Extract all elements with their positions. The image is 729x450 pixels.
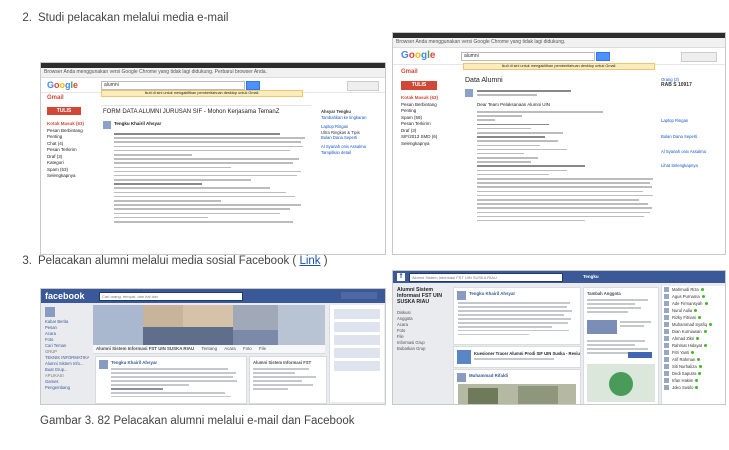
chat-contact[interactable]: Rahmat Hidayat — [664, 342, 725, 349]
post-photo[interactable] — [458, 384, 576, 404]
post-author[interactable]: Tengku Khairil Ahsyar — [111, 360, 157, 365]
profile-avatar[interactable] — [45, 307, 55, 317]
mail-greeting: Dear Team Pelaksanaan Alumni UIN — [477, 102, 550, 107]
chat-contact[interactable]: Mahmudi Riza — [664, 286, 725, 293]
post-avatar[interactable] — [457, 291, 466, 300]
facebook-link[interactable]: Link — [299, 255, 320, 267]
facebook-logo[interactable]: facebook — [45, 291, 85, 301]
group-info-panel: Tambah Anggota — [583, 287, 659, 404]
chat-contact[interactable]: Rizky Fitriani — [664, 314, 725, 321]
google-logo: Google — [401, 50, 436, 61]
chat-sidebar: Mahmudi Riza Agus Purnama Ade Firmansyah… — [661, 286, 725, 404]
folder-list: Kotak Masuk (63) Pesan Berbintang Pentin… — [47, 121, 95, 180]
chat-contact[interactable]: Joko Susilo — [664, 384, 725, 391]
section-title: Pelacakan alumni melalui media sosial Fa… — [38, 255, 297, 267]
section-heading-email: 2. Studi pelacakan melalui media e-mail — [6, 12, 229, 24]
suggested-thumbnail[interactable] — [587, 320, 617, 334]
compose-button[interactable]: TULIS — [47, 107, 81, 115]
facebook-screenshot-alumni-group: f Alumni Sistem Informasi FST UIN SUSKA … — [392, 270, 726, 405]
sender-avatar — [465, 89, 473, 97]
notification-banner[interactable]: Ikuti di sini untuk mengaktifkan pemberi… — [463, 63, 655, 70]
chat-contact[interactable]: Ade Firmansyah — [664, 300, 725, 307]
chat-contact[interactable]: Fitri Yanti — [664, 349, 725, 356]
section-heading-facebook: 3. Pelacakan alumni melalui media sosial … — [6, 255, 327, 267]
user-name[interactable]: Tengku — [583, 274, 599, 279]
chat-contact[interactable]: Ahmad Zikri — [664, 335, 725, 342]
group-name[interactable]: Alumni Sistem Informasi FST UIN SUSKA RI… — [93, 346, 197, 351]
link-thumbnail — [457, 350, 471, 364]
chat-contact[interactable]: Irfan Hakim — [664, 377, 725, 384]
right-column — [329, 305, 384, 402]
group-nav: Alumni Sistem Informasi FST UIN SUSKA RI… — [397, 287, 449, 352]
sender-avatar — [103, 121, 111, 129]
section-number: 3. — [22, 255, 32, 267]
mail-sidebar: Ahsyar Tengku Tambahkan ke lingkaran Lap… — [321, 109, 367, 155]
mail-subject: Data Alumni — [465, 77, 503, 84]
gmail-screenshot-data-alumni: Browser Anda menggunakan versi Google Ch… — [392, 32, 726, 255]
account-button[interactable] — [681, 52, 717, 62]
post-avatar[interactable] — [457, 373, 466, 382]
facebook-f-icon[interactable]: f — [397, 273, 405, 281]
account-button[interactable] — [347, 81, 379, 91]
mail-subject: FORM DATA ALUMNI JURUSAN SIF - Mohon Ker… — [103, 109, 280, 115]
mail-sidebar: Orang (3) RAB S 10917 Laptop Ringan Bula… — [661, 77, 706, 168]
gmail-screenshot-form: Browser Anda menggunakan versi Google Ch… — [40, 62, 386, 255]
post-avatar[interactable] — [99, 360, 108, 369]
group-tabs-bar: Alumni Sistem Informasi FST UIN SUSKA RI… — [93, 345, 325, 354]
post-author[interactable]: Tengku Khairil Ahsyar — [469, 291, 515, 296]
mail-toolbar — [101, 99, 311, 106]
search-input[interactable]: Alumni Sistem Informasi FST UIN SUSKA RI… — [409, 273, 563, 282]
facebook-screenshot-group: facebook Cari orang, tempat, dan hal lai… — [40, 288, 386, 405]
chat-contact[interactable]: Nurul Aulia — [664, 307, 725, 314]
group-side-panel: Alumni Sistem Informasi FST — [249, 356, 327, 404]
tab-events[interactable]: Acara — [221, 346, 238, 351]
join-button[interactable] — [628, 352, 652, 358]
link-title[interactable]: Kuesioner Tracer Alumni Prodi SIF UIN Su… — [474, 351, 580, 356]
search-input[interactable]: alumni — [101, 81, 245, 90]
figure-caption: Gambar 3. 82 Pelacakan alumni melalui e-… — [40, 415, 355, 427]
post-author[interactable]: Muhammad Rifaldi — [469, 373, 508, 378]
search-input[interactable]: Cari orang, tempat, dan hal lain — [99, 292, 243, 301]
group-post: Tengku Khairil Ahsyar — [453, 287, 581, 345]
left-sidebar: Kabar Berita Pesan Acara Foto Cari Teman… — [45, 307, 89, 391]
mail-body — [114, 133, 309, 225]
section-number: 2. — [22, 12, 32, 24]
group-post: Tengku Khairil Ahsyar — [95, 356, 247, 404]
chat-contact[interactable]: Muhammad Syafiq — [664, 321, 725, 328]
chat-contact[interactable]: Dedi Saputra — [664, 370, 725, 377]
search-input[interactable]: alumni — [461, 52, 595, 61]
google-logo: Google — [47, 80, 79, 90]
search-button[interactable] — [596, 52, 610, 61]
shared-link-post[interactable]: Kuesioner Tracer Alumni Prodi SIF UIN Su… — [453, 346, 581, 368]
group-name[interactable]: Alumni Sistem Informasi FST UIN SUSKA RI… — [397, 287, 449, 306]
chat-contact[interactable]: Arif Rahman — [664, 356, 725, 363]
account-menu[interactable] — [341, 292, 377, 299]
chat-contact[interactable]: Dian Kurniawan — [664, 328, 725, 335]
group-cover-photo — [93, 305, 325, 345]
search-button[interactable] — [246, 81, 260, 90]
browser-warning-bar: Browser Anda menggunakan versi Google Ch… — [41, 68, 385, 78]
gmail-label[interactable]: Gmail — [47, 95, 64, 101]
folder-item[interactable]: Selengkapnya — [401, 141, 451, 148]
chat-contact[interactable]: Agus Purnama — [664, 293, 725, 300]
sender-name: Tengku Khairil Ahsyar — [114, 121, 162, 126]
gmail-label[interactable]: Gmail — [401, 69, 418, 75]
mail-header-lines — [477, 90, 647, 98]
folder-list: Kotak Masuk (63) Pesan Berbintang Pentin… — [401, 95, 451, 147]
mail-body — [477, 111, 657, 224]
chat-contact[interactable]: Siti Nurhaliza — [664, 363, 725, 370]
tab-about[interactable]: Tentang — [198, 346, 220, 351]
folder-item[interactable]: Selengkapnya — [47, 173, 95, 180]
photo-post: Muhammad Rifaldi — [453, 369, 581, 404]
ad-image[interactable] — [587, 364, 655, 402]
compose-button[interactable]: TULIS — [401, 81, 437, 90]
browser-warning-bar: Browser Anda menggunakan versi Google Ch… — [393, 38, 725, 48]
tab-photos[interactable]: Foto — [240, 346, 255, 351]
notification-banner[interactable]: Ikuti di sini untuk mengaktifkan pemberi… — [101, 90, 303, 97]
tab-files[interactable]: File — [256, 346, 269, 351]
section-title: Studi pelacakan melalui media e-mail — [38, 12, 229, 24]
